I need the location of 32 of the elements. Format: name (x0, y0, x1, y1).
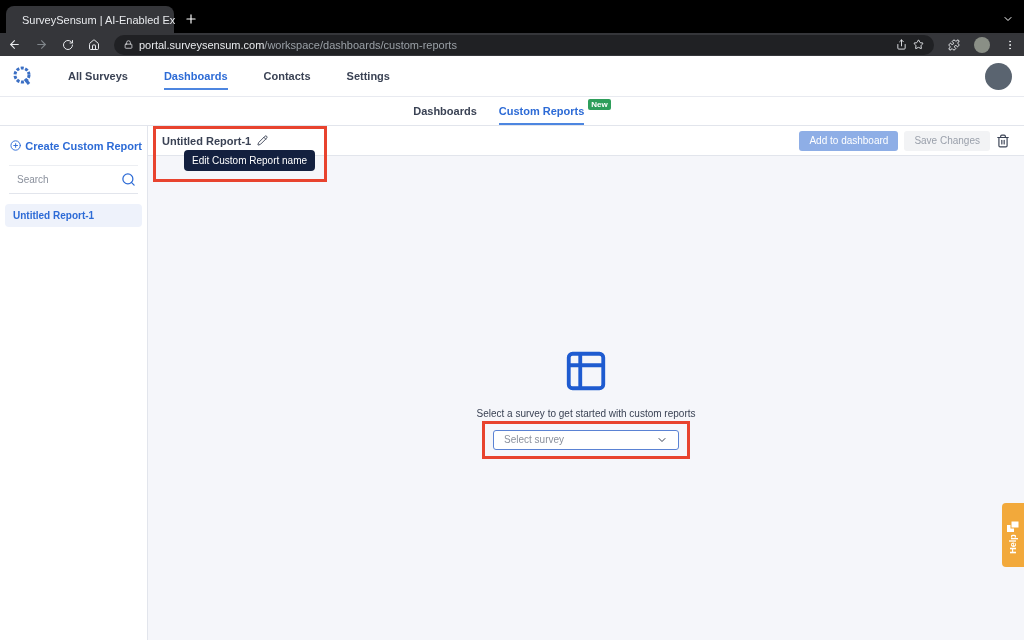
browser-tab[interactable]: SurveySensum | AI-Enabled Ex (6, 6, 174, 33)
url-text: portal.surveysensum.com/workspace/dashboards/custom-reports (139, 38, 457, 51)
share-icon[interactable] (896, 39, 907, 50)
profile-avatar[interactable] (974, 36, 990, 53)
star-icon[interactable] (913, 39, 924, 50)
user-avatar[interactable] (985, 62, 1012, 90)
extensions-icon[interactable] (948, 38, 960, 51)
search-icon[interactable] (121, 172, 136, 187)
sub-tab[interactable]: Dashboards (413, 97, 477, 125)
survey-select[interactable]: Select survey (493, 429, 679, 450)
lock-icon (124, 40, 133, 49)
report-title: Untitled Report-1 (162, 134, 252, 147)
tooltip: Edit Custom Report name (184, 150, 316, 171)
forward-icon[interactable] (35, 38, 48, 51)
create-report-button[interactable]: Create Custom Report (5, 126, 142, 165)
new-badge: New (588, 99, 611, 110)
empty-message: Select a survey to get started with custom reports (476, 407, 696, 419)
logo-icon[interactable] (12, 66, 32, 86)
nav-link[interactable]: Contacts (263, 62, 311, 90)
nav-link[interactable]: All Surveys (68, 62, 128, 90)
address-bar[interactable]: portal.surveysensum.com/workspace/dashboards/custom-reports (114, 34, 934, 55)
tab-title: SurveySensum | AI-Enabled Ex (22, 13, 176, 26)
nav-link[interactable]: Dashboards (163, 62, 228, 90)
nav-link[interactable]: Settings (346, 62, 390, 90)
plus-circle-icon (10, 138, 22, 153)
report-item[interactable]: Untitled Report-1 (5, 204, 142, 227)
pencil-icon[interactable] (257, 135, 269, 146)
new-tab-icon[interactable] (184, 12, 198, 26)
reload-icon[interactable] (62, 38, 74, 51)
delete-icon[interactable] (996, 133, 1010, 148)
home-icon[interactable] (88, 38, 100, 51)
back-icon[interactable] (8, 38, 21, 51)
